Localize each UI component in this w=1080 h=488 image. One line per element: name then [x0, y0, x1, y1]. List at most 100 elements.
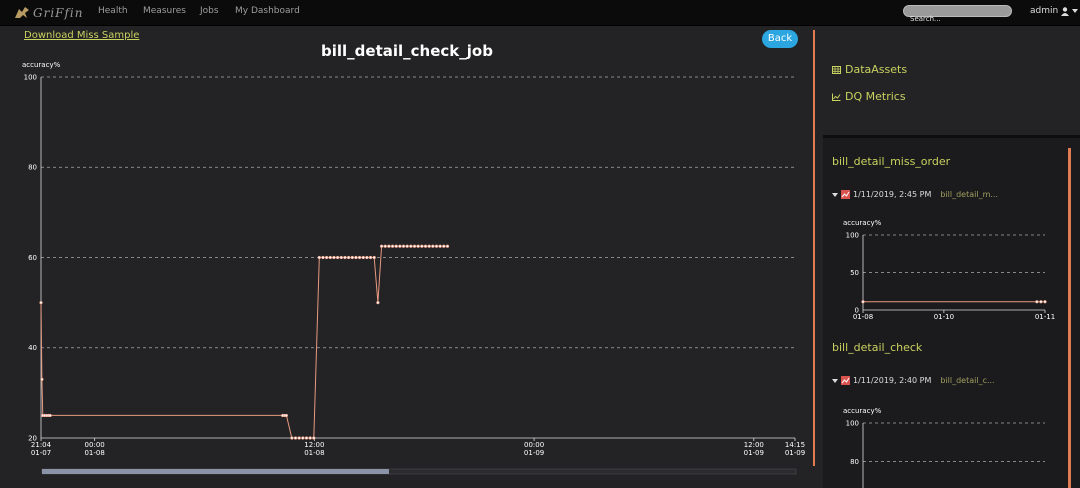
data-point	[308, 436, 312, 440]
main-panel: Download Miss Sample bill_detail_check_j…	[0, 26, 814, 488]
data-point	[1039, 300, 1043, 304]
x-tick-label: 01-09	[524, 449, 544, 457]
data-point	[438, 244, 442, 248]
data-point	[383, 244, 387, 248]
data-point	[1035, 300, 1039, 304]
data-point	[39, 301, 43, 305]
run-timestamp: 1/11/2019, 2:45 PM	[853, 190, 932, 199]
search-box	[903, 5, 1012, 24]
data-point	[339, 255, 343, 260]
y-tick-label: 40	[28, 344, 37, 352]
data-point	[293, 436, 298, 440]
data-point	[365, 255, 369, 260]
x-tick-label: 00:00	[85, 441, 105, 449]
x-tick-label: 21:04	[31, 441, 52, 449]
griffin-logo-icon	[15, 7, 29, 18]
top-navbar: GriFfin Health Measures Jobs My Dashboar…	[0, 0, 1080, 26]
data-point	[416, 244, 420, 248]
data-point	[347, 255, 351, 260]
nav-health[interactable]: Health	[98, 6, 128, 16]
metric-title[interactable]: bill_detail_check	[832, 341, 922, 354]
x-tick-label: 00:00	[524, 441, 544, 449]
chart-icon	[841, 376, 850, 385]
data-point	[304, 436, 309, 440]
y-axis-label: accuracy%	[843, 219, 882, 227]
data-point	[325, 255, 329, 260]
data-point	[357, 255, 362, 260]
data-point	[372, 255, 376, 260]
data-point	[48, 413, 52, 418]
sidebar-item-label: DQ Metrics	[845, 90, 906, 103]
chart-icon	[841, 190, 850, 199]
accuracy-line-chart: accuracy%2040608010021:0401-0700:0001-08…	[22, 61, 805, 475]
data-point	[284, 413, 288, 418]
data-point	[350, 255, 354, 260]
sidebar: DataAssets DQ Metrics bill_detail_miss_o…	[823, 26, 1080, 488]
data-point	[409, 244, 413, 248]
data-point	[431, 244, 435, 248]
x-tick-label: 2019	[935, 321, 953, 322]
metric-title[interactable]: bill_detail_miss_order	[832, 155, 950, 168]
data-point	[390, 244, 395, 248]
y-tick-label: 100	[846, 419, 859, 427]
metric-run-row[interactable]: 1/11/2019, 2:45 PM bill_detail_m...	[832, 190, 998, 199]
sidebar-scrollbar[interactable]	[1068, 148, 1071, 488]
data-point	[343, 255, 347, 260]
data-point	[405, 244, 409, 248]
griffin-logo[interactable]: GriFfin	[14, 5, 84, 21]
x-tick-label: 01-10	[934, 313, 954, 321]
metric-run-row[interactable]: 1/11/2019, 2:40 PM bill_detail_c...	[832, 376, 995, 385]
data-point	[301, 436, 305, 440]
y-tick-label: 80	[850, 458, 859, 466]
nav-jobs[interactable]: Jobs	[200, 6, 219, 16]
y-axis-label: accuracy%	[22, 61, 61, 69]
search-input[interactable]	[904, 14, 1011, 24]
x-tick-label: 01-08	[853, 313, 873, 321]
caret-down-icon	[832, 192, 838, 197]
data-point	[434, 244, 439, 248]
data-point	[387, 244, 391, 248]
data-point	[379, 244, 384, 248]
sidebar-item-dataassets[interactable]: DataAssets	[832, 63, 907, 76]
mini-accuracy-chart: accuracy%05010001-08201901-10201901-1120…	[843, 219, 1055, 322]
data-point	[368, 255, 373, 260]
chart-scrollbar-thumb[interactable]	[42, 469, 389, 474]
nav-measures[interactable]: Measures	[143, 6, 186, 16]
data-point	[427, 244, 431, 248]
data-point	[1043, 300, 1047, 304]
data-point	[332, 255, 336, 260]
data-point	[376, 301, 380, 305]
run-name: bill_detail_m...	[940, 190, 998, 199]
data-point	[317, 255, 321, 260]
data-point	[420, 244, 424, 248]
caret-down-icon	[1072, 9, 1079, 13]
data-point	[40, 377, 44, 381]
data-point	[398, 244, 402, 248]
x-tick-label: 14:15	[785, 441, 805, 449]
user-icon	[1061, 6, 1070, 16]
mini-accuracy-chart: accuracy%6080100	[843, 407, 1045, 488]
nav-my-dashboard[interactable]: My Dashboard	[235, 6, 300, 16]
user-menu[interactable]: admin	[1030, 6, 1079, 16]
data-point	[321, 255, 325, 260]
data-point	[312, 436, 316, 440]
series-line	[40, 245, 448, 439]
y-axis-label: accuracy%	[843, 407, 882, 415]
x-tick-label: 01-08	[304, 449, 324, 457]
y-tick-label: 50	[850, 269, 859, 277]
table-icon	[832, 65, 841, 74]
data-point	[394, 244, 398, 248]
logo-text: GriFfin	[33, 6, 84, 20]
data-point	[361, 255, 365, 260]
y-tick-label: 60	[28, 254, 37, 262]
sidebar-item-dq-metrics[interactable]: DQ Metrics	[832, 90, 906, 103]
data-point	[423, 244, 428, 248]
data-point	[412, 244, 417, 248]
user-name: admin	[1030, 6, 1059, 16]
data-point	[290, 436, 294, 440]
x-tick-label: 12:00	[304, 441, 324, 449]
run-name: bill_detail_c...	[940, 376, 995, 385]
sidebar-nav: DataAssets DQ Metrics	[823, 26, 1080, 138]
x-tick-label: 01-09	[785, 449, 805, 457]
data-point	[297, 436, 301, 440]
